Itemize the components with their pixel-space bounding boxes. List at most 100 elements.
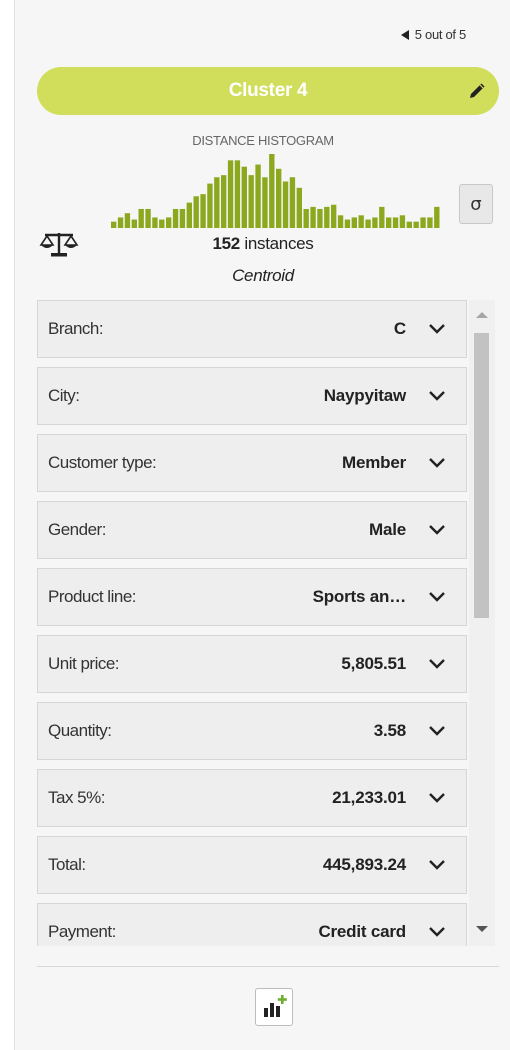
histogram-bar <box>214 177 220 228</box>
field-value: 445,893.24 <box>322 855 406 874</box>
field-label: Gender: <box>48 520 106 539</box>
field-row-payment[interactable]: Payment: Credit card <box>37 903 467 946</box>
field-row-total[interactable]: Total: 445,893.24 <box>37 836 467 894</box>
pager-text: 5 out of 5 <box>414 27 467 42</box>
histogram-bar <box>152 217 158 228</box>
histogram-bar <box>207 183 213 228</box>
field-label: Total: <box>48 855 86 874</box>
field-value: Sports an… <box>312 587 407 606</box>
field-list-scrollbar[interactable] <box>469 300 495 946</box>
sigma-button[interactable]: σ <box>459 184 493 224</box>
distance-histogram <box>111 154 440 228</box>
histogram-bar <box>131 219 137 228</box>
histogram-bar <box>289 177 296 228</box>
histogram-bar <box>145 208 151 228</box>
histogram-bar <box>262 177 268 228</box>
field-value: 5,805.51 <box>341 654 406 673</box>
field-list: Branch: C City: Naypyitaw Customer type:… <box>37 300 510 946</box>
histogram-bar <box>172 208 179 228</box>
cluster-title: Cluster 4 <box>228 80 308 101</box>
instances-label: instances <box>244 234 314 253</box>
add-chart-button[interactable] <box>255 988 293 1026</box>
chevron-down-icon[interactable] <box>428 390 446 402</box>
field-row-quantity[interactable]: Quantity: 3.58 <box>37 702 467 760</box>
histogram-bar <box>138 208 144 228</box>
histogram-bar <box>248 175 254 228</box>
histogram-bar <box>276 168 282 228</box>
field-row-city[interactable]: City: Naypyitaw <box>37 367 467 425</box>
pencil-icon <box>470 83 485 98</box>
field-row-unit-price[interactable]: Unit price: 5,805.51 <box>37 635 467 693</box>
instances-number: 152 <box>212 234 240 253</box>
cluster-pager[interactable]: 5 out of 5 <box>400 27 467 42</box>
histogram-bar <box>386 217 392 228</box>
histogram-bar <box>344 219 351 228</box>
histogram-bar <box>282 181 289 228</box>
field-value: 21,233.01 <box>332 788 406 807</box>
edit-cluster-button[interactable] <box>465 79 489 103</box>
field-label: Branch: <box>48 319 104 338</box>
field-value: C <box>393 319 406 338</box>
field-label: Tax 5%: <box>48 788 105 807</box>
histogram-bar <box>365 219 371 228</box>
field-row-tax[interactable]: Tax 5%: 21,233.01 <box>37 769 467 827</box>
field-row-product-line[interactable]: Product line: Sports an… <box>37 568 467 626</box>
field-label: Quantity: <box>48 721 112 740</box>
chevron-down-icon[interactable] <box>428 658 446 670</box>
histogram-bar <box>324 206 330 228</box>
field-row-customer-type[interactable]: Customer type: Member <box>37 434 467 492</box>
footer-divider <box>37 966 499 967</box>
cluster-panel: 5 out of 5 Cluster 4 DISTANCE HISTOGRAM … <box>14 0 510 1050</box>
field-label: Unit price: <box>48 654 120 673</box>
histogram-bar <box>166 217 172 228</box>
histogram-bar <box>337 215 344 228</box>
chevron-down-icon[interactable] <box>428 323 446 335</box>
histogram-bar <box>317 208 323 228</box>
histogram-bar <box>159 219 165 228</box>
histogram-bar <box>399 215 406 228</box>
histogram-bar <box>358 215 364 228</box>
field-label: Customer type: <box>48 453 157 472</box>
previous-arrow-icon[interactable] <box>400 29 409 40</box>
field-value: 3.58 <box>373 721 406 740</box>
scroll-down-arrow-icon[interactable] <box>476 926 488 932</box>
instances-count: 152 instances <box>15 234 510 254</box>
histogram-bar <box>296 187 302 228</box>
chevron-down-icon[interactable] <box>428 926 446 938</box>
field-value: Male <box>369 520 406 539</box>
histogram-bar <box>241 166 247 228</box>
bar-chart-plus-icon <box>264 995 287 1017</box>
histogram-bar <box>351 217 357 228</box>
field-label: Product line: <box>48 587 137 606</box>
field-row-gender[interactable]: Gender: Male <box>37 501 467 559</box>
scroll-up-arrow-icon[interactable] <box>476 312 488 318</box>
field-value: Naypyitaw <box>323 386 406 405</box>
field-label: Payment: <box>48 922 116 941</box>
histogram-bar <box>186 202 192 228</box>
chevron-down-icon[interactable] <box>428 725 446 737</box>
histogram-bar <box>413 221 419 228</box>
histogram-bar <box>117 217 124 228</box>
histogram-bar <box>379 206 385 228</box>
chevron-down-icon[interactable] <box>428 457 446 469</box>
histogram-bar <box>331 204 337 228</box>
histogram-bar <box>406 221 412 228</box>
scrollbar-thumb[interactable] <box>474 333 489 618</box>
field-row-branch[interactable]: Branch: C <box>37 300 467 358</box>
histogram-bar <box>111 221 117 228</box>
chevron-down-icon[interactable] <box>428 524 446 536</box>
histogram-bar <box>124 213 131 228</box>
chevron-down-icon[interactable] <box>428 591 446 603</box>
field-label: City: <box>48 386 80 405</box>
cluster-header: Cluster 4 <box>37 67 499 115</box>
histogram-bar <box>310 206 316 228</box>
histogram-bar <box>234 160 241 228</box>
histogram-bar <box>179 208 186 228</box>
histogram-bar <box>221 175 227 228</box>
chevron-down-icon[interactable] <box>428 792 446 804</box>
chevron-down-icon[interactable] <box>428 859 446 871</box>
field-value: Credit card <box>318 922 406 941</box>
field-value: Member <box>342 453 406 472</box>
histogram-bar <box>427 217 433 228</box>
histogram-bar <box>303 208 309 228</box>
